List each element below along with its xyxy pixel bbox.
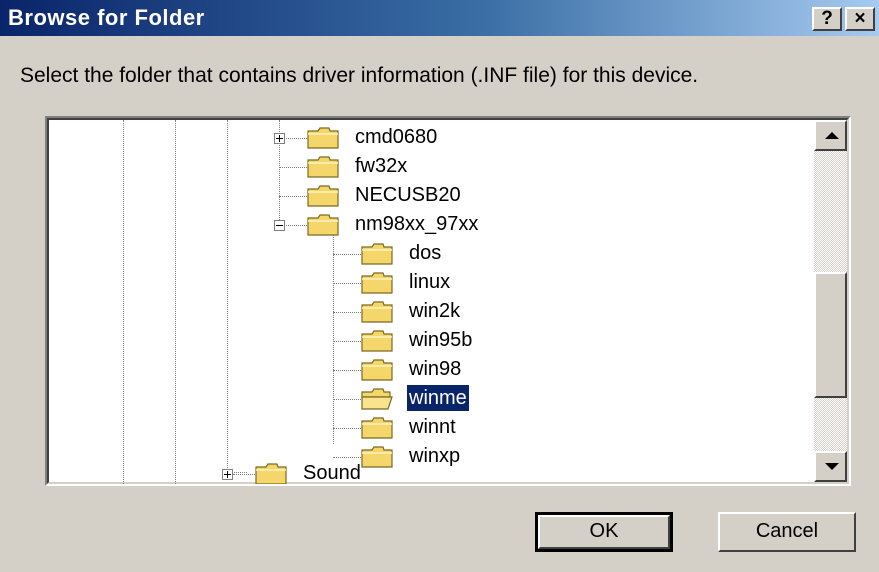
tree-guide-line: [333, 254, 361, 255]
tree-item-label: linux: [409, 271, 451, 293]
tree-item-cmd0680[interactable]: cmd0680: [47, 124, 807, 153]
vertical-scrollbar[interactable]: [814, 120, 847, 482]
expand-icon[interactable]: [274, 133, 285, 144]
close-button[interactable]: ×: [845, 7, 875, 31]
tree-item-label: win98: [409, 358, 462, 380]
collapse-icon[interactable]: [274, 220, 285, 231]
tree-guide-line: [333, 399, 361, 400]
browse-for-folder-dialog: Browse for Folder ? × Select the folder …: [0, 0, 879, 572]
folder-closed-icon: [307, 127, 339, 149]
folder-closed-icon: [361, 272, 393, 294]
expand-icon[interactable]: [222, 469, 233, 480]
tree-item-nm98xx-97xx[interactable]: nm98xx_97xx: [47, 211, 807, 240]
folder-closed-icon: [361, 417, 393, 439]
tree-guide-line: [333, 341, 361, 342]
title-bar[interactable]: Browse for Folder ? ×: [0, 0, 879, 36]
scroll-up-button[interactable]: [814, 120, 847, 151]
folder-closed-icon: [361, 330, 393, 352]
tree-guide-line: [333, 428, 361, 429]
tree-item-necusb20[interactable]: NECUSB20: [47, 182, 807, 211]
arrow-up-icon: [825, 132, 839, 139]
folder-closed-icon: [361, 243, 393, 265]
tree-item-label: nm98xx_97xx: [355, 213, 479, 235]
folder-closed-icon: [361, 359, 393, 381]
tree-item-winnt[interactable]: winnt: [47, 414, 807, 443]
tree-guide-line: [233, 474, 255, 475]
ok-button[interactable]: OK: [535, 512, 673, 552]
arrow-down-icon: [825, 463, 839, 470]
tree-guide-line: [333, 283, 361, 284]
tree-item-label: cmd0680: [355, 126, 438, 148]
instruction-text: Select the folder that contains driver i…: [20, 64, 699, 87]
folder-closed-icon: [255, 463, 287, 484]
tree-item-label: NECUSB20: [355, 184, 461, 206]
tree-item-fw32x[interactable]: fw32x: [47, 153, 807, 182]
tree-item-dos[interactable]: dos: [47, 240, 807, 269]
tree-item-sound[interactable]: Sound: [47, 460, 807, 484]
tree-guide-line: [279, 167, 307, 168]
tree-item-label: Sound: [303, 462, 361, 484]
tree-item-winme[interactable]: winme: [47, 384, 807, 414]
tree-guide-line: [333, 457, 361, 458]
tree-item-label: win95b: [409, 329, 473, 351]
tree-guide-line: [333, 370, 361, 371]
cancel-button[interactable]: Cancel: [718, 512, 856, 552]
folder-closed-icon: [307, 214, 339, 236]
tree-item-label: win2k: [409, 300, 461, 322]
folder-closed-icon: [307, 156, 339, 178]
folder-closed-icon: [307, 185, 339, 207]
folder-open-icon: [361, 388, 393, 410]
folder-tree[interactable]: cmd0680 fw32x NECUSB20 nm98xx_97xx dos l…: [45, 116, 851, 486]
tree-item-win95b[interactable]: win95b: [47, 327, 807, 356]
tree-item-linux[interactable]: linux: [47, 269, 807, 298]
scroll-down-button[interactable]: [814, 451, 847, 482]
tree-item-win98[interactable]: win98: [47, 356, 807, 385]
help-button[interactable]: ?: [812, 7, 842, 31]
dialog-title: Browse for Folder: [8, 5, 205, 30]
tree-item-label: winnt: [409, 416, 456, 438]
tree-item-win2k[interactable]: win2k: [47, 298, 807, 327]
tree-item-label-selected: winme: [406, 384, 470, 412]
tree-item-label: dos: [409, 242, 442, 264]
folder-closed-icon: [361, 301, 393, 323]
tree-guide-line: [333, 312, 361, 313]
tree-guide-line: [279, 196, 307, 197]
tree-item-label: fw32x: [355, 155, 408, 177]
ok-button-label: OK: [589, 520, 619, 542]
scrollbar-thumb[interactable]: [814, 272, 847, 398]
